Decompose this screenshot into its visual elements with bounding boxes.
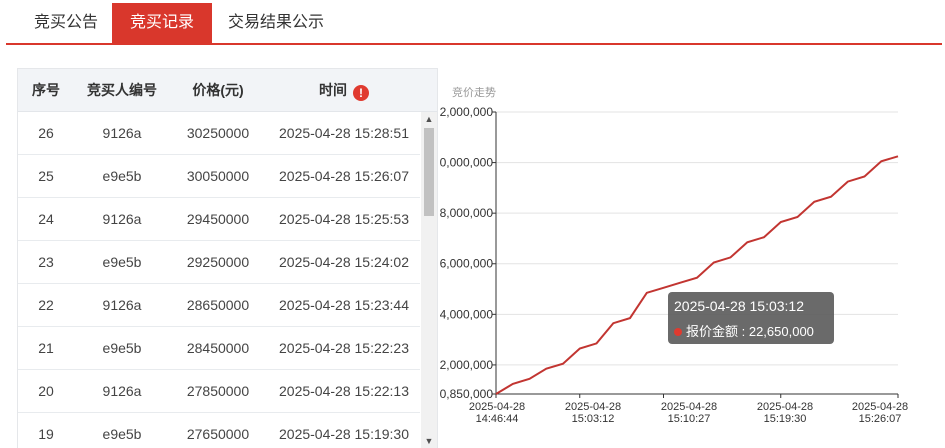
row-price: 27850000 <box>186 383 250 399</box>
row-time: 2025-04-28 15:25:53 <box>279 211 409 227</box>
row-bidder: 9126a <box>102 211 142 227</box>
row-time: 2025-04-28 15:24:02 <box>279 254 409 270</box>
tooltip-value: 报价金额 : 22,650,000 <box>686 324 814 339</box>
header-time: 时间! <box>266 69 422 111</box>
row-bidder: 9126a <box>102 125 142 141</box>
tab-bid-records[interactable]: 竞买记录 <box>112 3 212 43</box>
row-bidder: e9e5b <box>102 426 142 442</box>
y-tick-label: 22,000,000 <box>440 358 493 372</box>
x-tick-label-time: 15:03:12 <box>572 413 615 425</box>
row-price: 30250000 <box>186 125 250 141</box>
row-no: 20 <box>38 383 54 399</box>
scroll-down-arrow-icon[interactable]: ▼ <box>421 434 437 448</box>
header-bidder: 竞买人编号 <box>87 82 157 98</box>
tooltip-time: 2025-04-28 15:03:12 <box>674 298 804 314</box>
table-row: 24 9126a 29450000 2025-04-28 15:25:53 <box>18 198 420 241</box>
row-price: 27650000 <box>186 426 250 442</box>
table-header: 序号 竞买人编号 价格(元) 时间! <box>18 69 437 112</box>
info-icon[interactable]: ! <box>353 85 369 101</box>
row-bidder: e9e5b <box>102 168 142 184</box>
tooltip-value-row: 报价金额 : 22,650,000 <box>674 321 814 340</box>
x-tick-label-time: 15:10:27 <box>668 413 711 425</box>
scrollbar-thumb[interactable] <box>424 128 434 216</box>
row-time: 2025-04-28 15:28:51 <box>279 125 409 141</box>
bid-records-table: 序号 竞买人编号 价格(元) 时间! 26 9126a 30250000 2025-0… <box>17 68 438 448</box>
y-tick-label: 26,000,000 <box>440 257 493 271</box>
table-row: 25 e9e5b 30050000 2025-04-28 15:26:07 <box>18 155 420 198</box>
table-row: 21 e9e5b 28450000 2025-04-28 15:22:23 <box>18 327 420 370</box>
bid-trend-chart[interactable]: 32,000,000 30,000,000 28,000,000 26,000,000… <box>440 100 910 430</box>
x-tick-label-date: 2025-04-28 <box>661 401 717 413</box>
header-no: 序号 <box>32 82 60 98</box>
row-no: 19 <box>38 426 54 442</box>
row-price: 28650000 <box>186 297 250 313</box>
table-row: 23 e9e5b 29250000 2025-04-28 15:24:02 <box>18 241 420 284</box>
row-no: 24 <box>38 211 54 227</box>
row-bidder: e9e5b <box>102 254 142 270</box>
row-time: 2025-04-28 15:22:13 <box>279 383 409 399</box>
tab-bar: 竞买公告 竞买记录 交易结果公示 <box>6 3 942 45</box>
x-tick-label-date: 2025-04-28 <box>565 401 621 413</box>
tab-auction-notice[interactable]: 竞买公告 <box>20 3 112 43</box>
table-row: 26 9126a 30250000 2025-04-28 15:28:51 <box>18 112 420 155</box>
row-price: 29250000 <box>186 254 250 270</box>
row-no: 22 <box>38 297 54 313</box>
tab-transaction-results[interactable]: 交易结果公示 <box>212 3 340 43</box>
y-tick-label: 32,000,000 <box>440 105 493 119</box>
row-time: 2025-04-28 15:26:07 <box>279 168 409 184</box>
series-line <box>495 155 899 395</box>
header-time-label: 时间 <box>319 82 347 98</box>
y-tick-label: 20,850,000 <box>440 387 493 401</box>
table-row: 22 9126a 28650000 2025-04-28 15:23:44 <box>18 284 420 327</box>
y-tick-label: 30,000,000 <box>440 156 493 170</box>
row-price: 28450000 <box>186 340 250 356</box>
y-tick-label: 24,000,000 <box>440 307 493 321</box>
row-price: 29450000 <box>186 211 250 227</box>
table-row: 19 e9e5b 27650000 2025-04-28 15:19:30 <box>18 413 420 448</box>
row-bidder: e9e5b <box>102 340 142 356</box>
scroll-up-arrow-icon[interactable]: ▲ <box>421 112 437 126</box>
x-tick-label-time: 15:26:07 <box>859 413 902 425</box>
series-dot-icon <box>674 328 682 336</box>
x-tick-label-date: 2025-04-28 <box>757 401 813 413</box>
row-no: 23 <box>38 254 54 270</box>
y-tick-label: 28,000,000 <box>440 206 493 220</box>
chart-title: 竞价走势 <box>452 87 496 99</box>
x-tick-label-time: 14:46:44 <box>476 413 519 425</box>
row-bidder: 9126a <box>102 383 142 399</box>
chart-tooltip: 2025-04-28 15:03:12 报价金额 : 22,650,000 <box>668 292 834 344</box>
row-time: 2025-04-28 15:23:44 <box>279 297 409 313</box>
x-tick-label-date: 2025-04-28 <box>469 401 525 413</box>
x-tick-label-time: 15:19:30 <box>764 413 807 425</box>
row-bidder: 9126a <box>102 297 142 313</box>
row-time: 2025-04-28 15:22:23 <box>279 340 409 356</box>
table-body: 26 9126a 30250000 2025-04-28 15:28:51 25 e9e5… <box>18 112 420 448</box>
header-price: 价格(元) <box>192 82 244 98</box>
row-price: 30050000 <box>186 168 250 184</box>
row-no: 26 <box>38 125 54 141</box>
row-time: 2025-04-28 15:19:30 <box>279 426 409 442</box>
table-row: 20 9126a 27850000 2025-04-28 15:22:13 <box>18 370 420 413</box>
scrollbar[interactable]: ▲ ▼ <box>421 112 437 448</box>
x-tick-label-date: 2025-04-28 <box>852 401 908 413</box>
row-no: 25 <box>38 168 54 184</box>
row-no: 21 <box>38 340 54 356</box>
